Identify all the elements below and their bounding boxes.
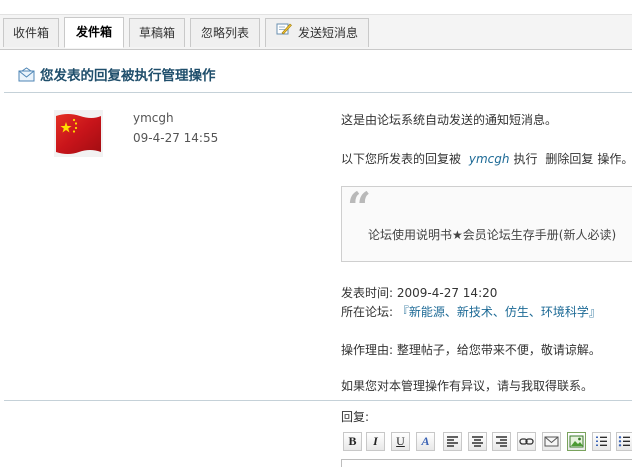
- align-center-icon: [472, 436, 483, 447]
- align-left-icon: [447, 436, 458, 447]
- tab-drafts[interactable]: 草稿箱: [129, 18, 185, 47]
- email-button[interactable]: [542, 432, 561, 451]
- link-icon: [519, 438, 534, 445]
- forum-label: 所在论坛:: [341, 305, 394, 319]
- forum-info: 所在论坛: 『新能源、新技术、仿生、环境科学』: [341, 303, 601, 320]
- italic-button[interactable]: I: [366, 432, 385, 451]
- reply-textarea[interactable]: [341, 459, 632, 467]
- moderator-link[interactable]: ymcgh: [469, 152, 510, 166]
- closing-line: 如果您对本管理操作有异议，请与我取得联系。: [341, 379, 594, 393]
- tab-ignore-list[interactable]: 忽略列表: [190, 18, 260, 47]
- font-color-button[interactable]: A: [416, 432, 435, 451]
- sender-date: 09-4-27 14:55: [133, 131, 219, 145]
- tab-inbox[interactable]: 收件箱: [3, 18, 59, 47]
- tab-inbox-label: 收件箱: [12, 26, 49, 40]
- line2-prefix: 以下您所发表的回复被: [341, 152, 462, 166]
- tab-send-message[interactable]: 发送短消息: [265, 18, 369, 47]
- tab-drafts-label: 草稿箱: [138, 26, 175, 40]
- tab-ignore-list-label: 忽略列表: [200, 26, 249, 40]
- reply-label: 回复:: [341, 410, 370, 424]
- quoted-post: [341, 186, 632, 262]
- unordered-list-button[interactable]: [616, 432, 632, 451]
- link-button[interactable]: [517, 432, 536, 451]
- china-flag-icon: [54, 110, 103, 157]
- page-title: 您发表的回复被执行管理操作: [40, 68, 216, 84]
- message-line-1: 这是由论坛系统自动发送的通知短消息。: [341, 113, 558, 127]
- reason-label: 操作理由:: [341, 343, 394, 357]
- line2-suffix: 操作。: [597, 152, 632, 166]
- reason: 操作理由: 整理帖子，给您带来不便，敬请谅解。: [341, 341, 601, 358]
- title-divider: [4, 92, 632, 93]
- ordered-list-button[interactable]: [592, 432, 611, 451]
- quoted-post-title[interactable]: 论坛使用说明书★会员论坛生存手册(新人必读): [368, 226, 616, 243]
- line2-action: 执行: [513, 152, 538, 166]
- image-icon: [569, 435, 584, 448]
- align-left-button[interactable]: [443, 432, 462, 451]
- reply-divider: [4, 400, 632, 401]
- tab-outbox[interactable]: 发件箱: [64, 17, 124, 48]
- message-line-2: 以下您所发表的回复被 ymcgh 执行 删除回复 操作。: [341, 150, 632, 167]
- align-right-button[interactable]: [492, 432, 511, 451]
- post-time-label: 发表时间:: [341, 286, 394, 300]
- align-center-button[interactable]: [468, 432, 487, 451]
- unordered-list-icon: [618, 436, 630, 447]
- underline-button[interactable]: U: [391, 432, 410, 451]
- sender-name[interactable]: ymcgh: [133, 111, 174, 125]
- avatar[interactable]: [54, 110, 103, 157]
- quote-mark-icon: “: [347, 183, 372, 232]
- align-right-icon: [496, 436, 507, 447]
- ordered-list-icon: [596, 436, 607, 446]
- forum-link[interactable]: 『新能源、新技术、仿生、环境科学』: [397, 305, 601, 319]
- tab-send-message-label: 发送短消息: [297, 26, 358, 40]
- email-icon: [544, 436, 559, 447]
- compose-icon: [276, 18, 292, 47]
- reason-text: 整理帖子，给您带来不便，敬请谅解。: [396, 343, 601, 357]
- line2-operation: 删除回复: [545, 152, 594, 166]
- post-time-value: 2009-4-27 14:20: [396, 286, 498, 300]
- message-envelope-icon: [18, 67, 36, 86]
- insert-image-button[interactable]: [567, 432, 586, 451]
- post-time: 发表时间: 2009-4-27 14:20: [341, 284, 497, 301]
- bold-button[interactable]: B: [343, 432, 362, 451]
- tab-outbox-label: 发件箱: [75, 25, 112, 39]
